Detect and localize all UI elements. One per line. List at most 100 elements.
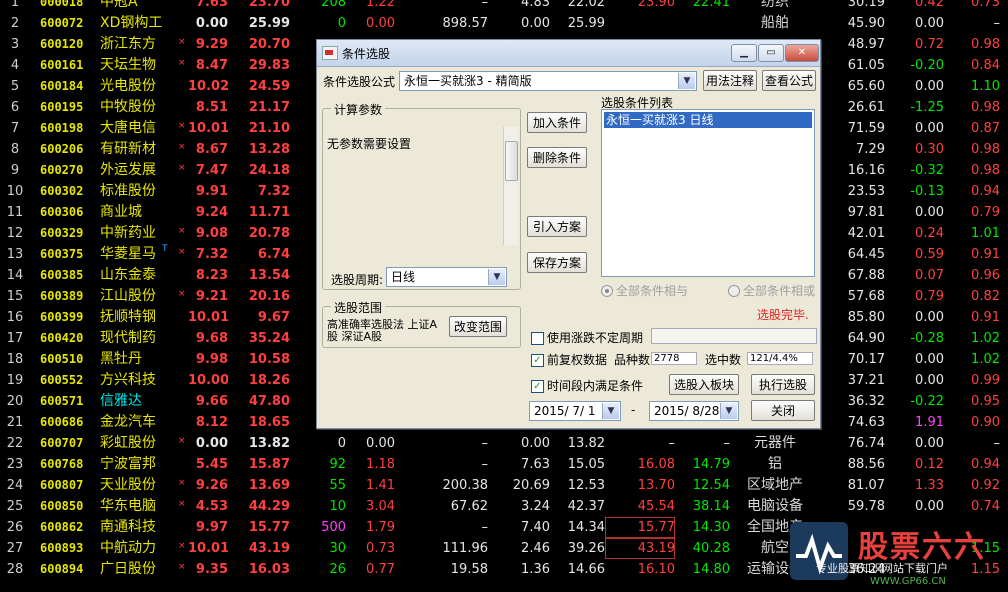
cell-idx: 19	[6, 373, 24, 388]
change-range-button[interactable]: 改变范围	[449, 316, 507, 337]
close-icon: ✕	[797, 47, 807, 58]
cell-v3: 0.96	[971, 268, 1000, 283]
date-from-picker[interactable]: 2015/ 7/ 1 ▼	[529, 401, 621, 421]
cell-flag	[178, 391, 188, 412]
period-select[interactable]: 日线 ▼	[386, 267, 507, 287]
cell-amt: 200.38	[442, 478, 489, 493]
cell-lo: 14.30	[692, 520, 730, 535]
cell-code: 600552	[40, 373, 84, 387]
cell-price: 15.77	[248, 520, 290, 535]
cell-v2: 0.00	[915, 16, 944, 31]
condition-item[interactable]: 永恒一买就涨3 日线	[604, 112, 812, 128]
run-selection-button[interactable]: 执行选股	[751, 374, 815, 395]
cell-name: 广日股份	[100, 561, 156, 577]
cell-v2: 0.00	[915, 499, 944, 514]
cell-idx: 15	[6, 289, 24, 304]
cell-v2: 0.00	[915, 352, 944, 367]
cell-idx: 24	[6, 478, 24, 493]
cell-code: 600072	[40, 16, 84, 30]
cell-idx: 28	[6, 562, 24, 577]
cell-flag	[178, 517, 188, 538]
to-block-button[interactable]: 选股入板块	[669, 374, 739, 395]
fq-checkbox[interactable]: ✓	[531, 354, 544, 367]
table-row[interactable]: 24 600807 天业股份 × 9.26 13.69 55 1.41 200.38 20.69 1…	[0, 475, 1008, 496]
cell-chg: 7.47	[195, 163, 228, 178]
cell-vr: 1.41	[366, 478, 395, 493]
delete-condition-button[interactable]: 删除条件	[527, 147, 587, 168]
cell-lo: 22.41	[692, 0, 730, 10]
status-text: 选股完毕.	[757, 308, 809, 322]
cell-price: 20.70	[248, 37, 290, 52]
chevron-down-icon[interactable]: ▼	[602, 403, 619, 419]
cell-v2: 0.07	[915, 268, 944, 283]
maximize-button[interactable]: ▭	[758, 44, 784, 62]
date-to-picker[interactable]: 2015/ 8/28 ▼	[649, 401, 739, 421]
table-row[interactable]: 23 600768 宁波富邦 5.45 15.87 92 1.18 – 7.63 15.05 16.…	[0, 454, 1008, 475]
minimize-button[interactable]: ▁	[731, 44, 757, 62]
cell-chg: 9.68	[195, 331, 228, 346]
cell-chg: 10.01	[188, 541, 228, 556]
usage-notes-button[interactable]: 用法注释	[703, 70, 757, 91]
cell-v1: 61.05	[847, 58, 885, 73]
cell-chg: 8.51	[195, 100, 228, 115]
formula-select[interactable]: 永恒一买就涨3 - 精简版 ▼	[399, 71, 697, 91]
table-row[interactable]: 25 600850 华东电脑 × 4.53 44.29 10 3.04 67.62 3.24 42.…	[0, 496, 1008, 517]
chevron-down-icon[interactable]: ▼	[488, 269, 505, 285]
cell-v3: 1.01	[971, 226, 1000, 241]
scroll-thumb[interactable]	[505, 141, 518, 181]
cell-flag	[178, 412, 188, 433]
cell-v3: 0.73	[971, 0, 1000, 10]
cell-pe: 22.02	[567, 0, 605, 10]
cell-name: 有研新材	[100, 141, 156, 157]
watermark-subtitle: 专业股票知识网站下载门户	[816, 562, 948, 575]
chevron-down-icon[interactable]: ▼	[678, 73, 695, 89]
cell-name: 方兴科技	[100, 372, 156, 388]
cell-code: 600161	[40, 58, 84, 72]
cell-code: 600510	[40, 352, 84, 366]
cell-chg: 10.00	[188, 373, 228, 388]
table-row[interactable]: 2 600072 XD钢构工 0.00 25.99 0 0.00 898.57 0.00 25.9…	[0, 13, 1008, 34]
table-row[interactable]: 1 000018 中冠A 7.63 23.70 208 1.22 – 4.83 22.02 23.9…	[0, 0, 1008, 13]
cell-name: 华东电脑	[100, 498, 156, 514]
cell-v2: 0.00	[915, 373, 944, 388]
period-value: 日线	[391, 270, 416, 284]
cell-v2: 0.24	[915, 226, 944, 241]
cell-vr: 1.18	[366, 457, 395, 472]
chevron-down-icon[interactable]: ▼	[720, 403, 737, 419]
uncertain-period-checkbox[interactable]	[531, 332, 544, 345]
dialog-close-button[interactable]: 关闭	[751, 400, 815, 421]
date-separator: -	[631, 403, 636, 417]
add-condition-button[interactable]: 加入条件	[527, 112, 587, 133]
cell-chg: 8.23	[195, 268, 228, 283]
condition-list[interactable]: 永恒一买就涨3 日线	[601, 109, 815, 277]
radio-and[interactable]	[601, 285, 613, 297]
cell-pe: 42.37	[567, 499, 605, 514]
save-plan-button[interactable]: 保存方案	[527, 252, 587, 273]
cell-code: 600385	[40, 268, 84, 282]
params-scrollbar[interactable]	[503, 127, 518, 245]
cell-name: 外运发展	[100, 162, 156, 178]
cell-v1: 57.68	[847, 289, 885, 304]
cell-idx: 26	[6, 520, 24, 535]
cell-v3: 0.95	[971, 394, 1000, 409]
cell-idx: 14	[6, 268, 24, 283]
radio-or[interactable]	[728, 285, 740, 297]
cell-idx: 23	[6, 457, 24, 472]
period-condition-checkbox[interactable]: ✓	[531, 380, 544, 393]
minimize-icon: ▁	[740, 47, 748, 58]
view-formula-button[interactable]: 查看公式	[762, 70, 816, 91]
cell-v3: 0.82	[971, 289, 1000, 304]
import-plan-button[interactable]: 引入方案	[527, 216, 587, 237]
cell-v1: 16.16	[847, 163, 885, 178]
cell-vol: 30	[329, 541, 346, 556]
cell-hi: 16.08	[637, 457, 675, 472]
cell-name: 华菱星马	[100, 246, 156, 262]
cell-v1: 76.74	[847, 436, 885, 451]
cell-vr: 1.22	[366, 0, 395, 10]
cell-price: 47.80	[248, 394, 290, 409]
cell-v3: 0.79	[971, 205, 1000, 220]
params-group: 计算参数 无参数需要设置 选股周期:	[322, 101, 521, 290]
dialog-titlebar[interactable]: 条件选股 ▁ ▭ ✕	[317, 40, 820, 67]
table-row[interactable]: 22 600707 彩虹股份 × 0.00 13.82 0 0.00 – 0.00 13.82 – – 元…	[0, 433, 1008, 454]
close-button[interactable]: ✕	[785, 44, 819, 62]
